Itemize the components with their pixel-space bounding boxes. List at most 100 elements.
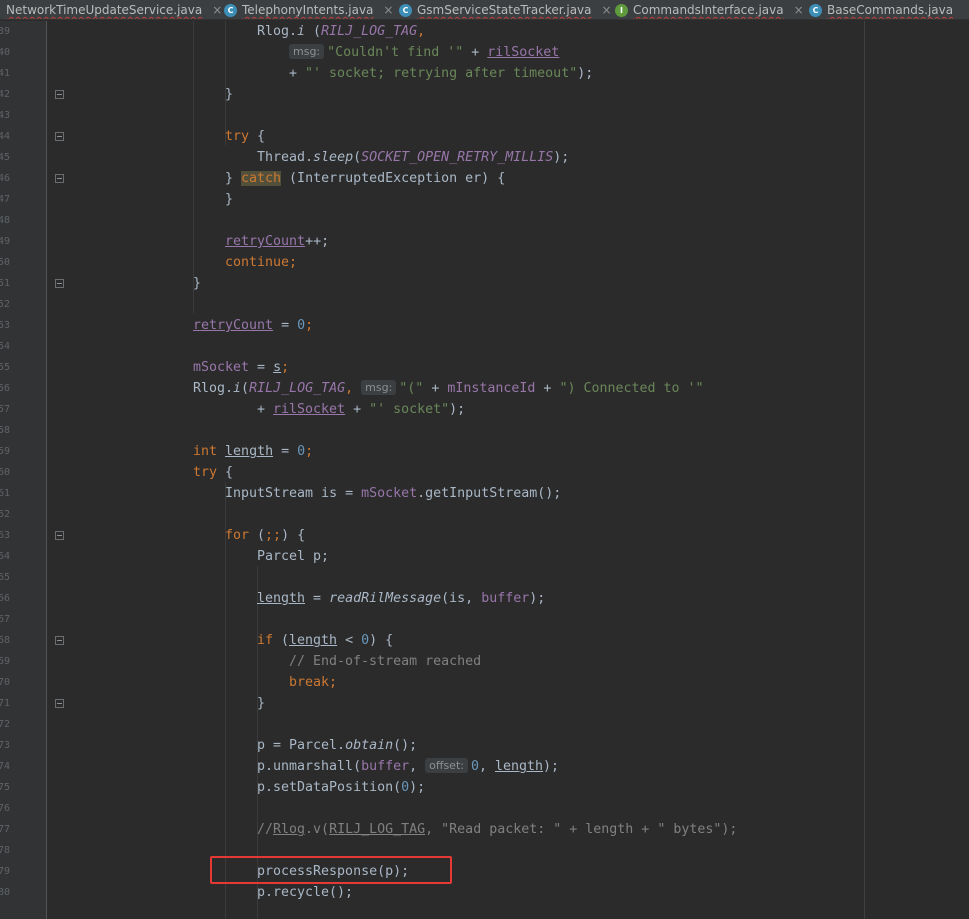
code-line: 61 InputStream is = mSocket.getInputStre… [0, 483, 969, 504]
line-number: 51 [0, 278, 10, 289]
code-line: 49 retryCount++; [0, 231, 969, 252]
code-line: 59 int length = 0; [0, 441, 969, 462]
line-number: 68 [0, 635, 10, 646]
line-number: 78 [0, 845, 10, 856]
code-line: 51 } [0, 273, 969, 294]
line-number: 44 [0, 131, 10, 142]
tab-base-commands[interactable]: C BaseCommands.java [809, 0, 954, 19]
line-number: 58 [0, 425, 10, 436]
line-number: 55 [0, 362, 10, 373]
interface-icon: I [615, 3, 628, 17]
line-number: 79 [0, 866, 10, 877]
code-line: 43 [0, 105, 969, 126]
line-number: 57 [0, 404, 10, 415]
code-line: 40 msg: "Couldn't find '" + rilSocket [0, 42, 969, 63]
line-number: 71 [0, 698, 10, 709]
parameter-hint: msg: [289, 44, 325, 59]
line-number: 76 [0, 803, 10, 814]
code-line: 67 [0, 609, 969, 630]
line-number: 63 [0, 530, 10, 541]
class-icon: C [399, 3, 412, 17]
line-number: 48 [0, 215, 10, 226]
fold-marker-icon[interactable] [55, 531, 64, 540]
line-number: 52 [0, 299, 10, 310]
line-number: 54 [0, 341, 10, 352]
line-number: 73 [0, 740, 10, 751]
line-number: 75 [0, 782, 10, 793]
fold-marker-icon[interactable] [55, 132, 64, 141]
fold-marker-icon[interactable] [55, 636, 64, 645]
line-number: 56 [0, 383, 10, 394]
code-line: 76 [0, 798, 969, 819]
close-icon[interactable]: × [794, 3, 804, 17]
code-line: 62 [0, 504, 969, 525]
code-editor[interactable]: 39 Rlog.i (RILJ_LOG_TAG, 40 msg: "Couldn'… [0, 21, 969, 919]
fold-marker-icon[interactable] [55, 699, 64, 708]
line-number: 80 [0, 887, 10, 898]
code-line: 56 Rlog.i(RILJ_LOG_TAG, msg: "(" + mInsta… [0, 378, 969, 399]
fold-marker-icon[interactable] [55, 279, 64, 288]
code-line: 71 } [0, 693, 969, 714]
code-line: 42 } [0, 84, 969, 105]
close-icon[interactable]: × [383, 3, 393, 17]
close-icon[interactable]: × [212, 3, 222, 17]
tab-label: CommandsInterface.java [633, 3, 784, 17]
code-line: 70 break; [0, 672, 969, 693]
tab-commands-interface[interactable]: I CommandsInterface.java × [615, 0, 804, 19]
line-number: 47 [0, 194, 10, 205]
parameter-hint: msg: [361, 380, 397, 395]
fold-marker-icon[interactable] [55, 174, 64, 183]
code-line: 72 [0, 714, 969, 735]
tab-network-time-update-service[interactable]: NetworkTimeUpdateService.java × [6, 0, 222, 19]
tab-label: GsmServiceStateTracker.java [417, 3, 592, 17]
code-line: 48 [0, 210, 969, 231]
code-line: 39 Rlog.i (RILJ_LOG_TAG, [0, 21, 969, 42]
tab-gsm-service-state-tracker[interactable]: C GsmServiceStateTracker.java × [399, 0, 612, 19]
line-number: 46 [0, 173, 10, 184]
line-number: 59 [0, 446, 10, 457]
code-line: 45 Thread.sleep(SOCKET_OPEN_RETRY_MILLIS… [0, 147, 969, 168]
editor-tab-bar: NetworkTimeUpdateService.java × C Teleph… [0, 0, 969, 20]
line-number: 49 [0, 236, 10, 247]
line-number: 60 [0, 467, 10, 478]
code-line: 54 [0, 336, 969, 357]
line-number: 77 [0, 824, 10, 835]
line-number: 62 [0, 509, 10, 520]
code-line: 53 retryCount = 0; [0, 315, 969, 336]
line-number: 39 [0, 26, 10, 37]
code-line: 79 processResponse(p); [0, 861, 969, 882]
code-line: 63 for (;;) { [0, 525, 969, 546]
line-number: 61 [0, 488, 10, 499]
parameter-hint: offset: [425, 758, 468, 773]
code-line: 74 p.unmarshall(buffer, offset: 0, length… [0, 756, 969, 777]
code-line: 80 p.recycle(); [0, 882, 969, 903]
code-line: 73 p = Parcel.obtain(); [0, 735, 969, 756]
class-icon: C [809, 3, 822, 17]
code-line: 64 Parcel p; [0, 546, 969, 567]
line-number: 64 [0, 551, 10, 562]
line-number: 42 [0, 89, 10, 100]
code-line: 66 length = readRilMessage(is, buffer); [0, 588, 969, 609]
code-line: 75 p.setDataPosition(0); [0, 777, 969, 798]
line-number: 45 [0, 152, 10, 163]
line-number: 41 [0, 68, 10, 79]
class-icon: C [224, 3, 237, 17]
line-number: 69 [0, 656, 10, 667]
line-number: 72 [0, 719, 10, 730]
line-number: 74 [0, 761, 10, 772]
code-line: 65 [0, 567, 969, 588]
line-number: 40 [0, 47, 10, 58]
tab-telephony-intents[interactable]: C TelephonyIntents.java × [224, 0, 393, 19]
close-icon[interactable]: × [602, 3, 612, 17]
code-line: 60 try { [0, 462, 969, 483]
fold-marker-icon[interactable] [55, 90, 64, 99]
line-number: 67 [0, 614, 10, 625]
tab-label: BaseCommands.java [827, 3, 954, 17]
code-line: 57 + rilSocket + "' socket"); [0, 399, 969, 420]
line-number: 43 [0, 110, 10, 121]
code-line: 47 } [0, 189, 969, 210]
code-line: 58 [0, 420, 969, 441]
line-number: 50 [0, 257, 10, 268]
tab-label: TelephonyIntents.java [242, 3, 374, 17]
code-line: 55 mSocket = s; [0, 357, 969, 378]
